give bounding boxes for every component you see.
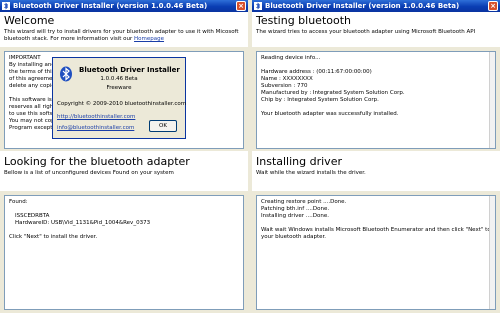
devices-instruction: Click "Next" to install the driver. — [9, 234, 98, 240]
bluetooth-app-icon — [254, 2, 262, 10]
device-info-box[interactable]: Reading device info... Hardware address … — [256, 51, 496, 149]
left-title-bar[interactable]: Bluetooth Driver Installer (version 1.0.… — [0, 0, 248, 12]
welcome-heading: Welcome — [4, 14, 55, 27]
right-title-bar[interactable]: Bluetooth Driver Installer (version 1.0.… — [252, 0, 500, 12]
looking-description: Bellow is a list of unconfigured devices… — [4, 170, 174, 176]
welcome-description-text: bluetooth stack. For more information vi… — [4, 36, 133, 42]
website-link[interactable]: http://bluetoothinstaller.com — [57, 114, 135, 120]
left-close-icon[interactable]: × — [236, 1, 246, 11]
install-log-line: your bluetooth adapter. — [261, 234, 327, 240]
install-success-message: Your bluetooth adapter was successfully … — [261, 111, 399, 117]
device-name: Name : XXXXXXXX — [261, 76, 313, 82]
device-info-scrollbar[interactable] — [489, 52, 495, 148]
about-dialog-license: Freeware — [106, 85, 132, 91]
homepage-link[interactable]: Homepage — [134, 36, 164, 42]
welcome-description-line-2: bluetooth stack. For more information vi… — [4, 36, 244, 43]
looking-heading: Looking for the bluetooth adapter — [4, 155, 190, 168]
testing-heading: Testing bluetooth — [256, 14, 352, 27]
installing-heading: Installing driver — [256, 155, 342, 168]
install-log-line: Wait wait Windows installs Microsoft Blu… — [261, 227, 496, 233]
device-name: ISSCEDRBTA — [15, 213, 50, 219]
right-close-icon[interactable]: × — [488, 1, 498, 11]
devices-line — [9, 206, 239, 213]
welcome-description-line-1: This wizard will try to install drivers … — [4, 29, 239, 35]
devices-found-box[interactable]: Found: ISSCEDRBTA HardwareID: USB\Vid_11… — [4, 195, 244, 310]
device-info-line: Reading device info... — [261, 55, 321, 61]
install-log-scrollbar[interactable] — [489, 196, 495, 309]
device-subversion: Subversion : 770 — [261, 83, 308, 89]
about-dialog-copyright: Copyright © 2009-2010 bluetoothinstaller… — [57, 101, 187, 107]
install-log-line: Installing driver ....Done. — [261, 213, 329, 219]
testing-description: The wizard tries to access your bluetoot… — [256, 29, 476, 35]
welcome-description: This wizard will try to install drivers … — [4, 29, 244, 43]
left-window-title: Bluetooth Driver Installer (version 1.0.… — [13, 2, 208, 10]
devices-line: Found: — [9, 199, 28, 205]
installing-description: Wait while the wizard installs the drive… — [256, 170, 366, 176]
device-chip: Chip by : Integrated System Solution Cor… — [261, 97, 379, 103]
devices-line — [9, 227, 239, 234]
hardware-address: Hardware address : (00:11:67:00:00:00) — [261, 69, 372, 75]
email-link[interactable]: info@bluetoothinstaller.com — [57, 125, 134, 131]
right-window: Bluetooth Driver Installer (version 1.0.… — [252, 0, 500, 313]
left-window: Bluetooth Driver Installer (version 1.0.… — [0, 0, 248, 313]
device-hardware-id: HardwareID: USB\Vid_1131&Pid_1004&Rev_03… — [15, 220, 151, 226]
about-dialog: Bluetooth Driver Installer 1.0.0.46 Beta… — [52, 57, 186, 139]
about-dialog-version: 1.0.0.46 Beta — [100, 76, 138, 82]
bluetooth-app-icon — [2, 2, 10, 10]
device-info-line — [261, 104, 491, 111]
install-log-line: Patching bth.inf ....Done. — [261, 206, 330, 212]
device-manufacturer: Manufactured by : Integrated System Solu… — [261, 90, 405, 96]
about-dialog-title: Bluetooth Driver Installer — [79, 66, 180, 74]
right-window-title: Bluetooth Driver Installer (version 1.0.… — [265, 2, 460, 10]
install-log-line: Creating restore point ....Done. — [261, 199, 347, 205]
device-info-line — [261, 62, 491, 69]
ok-button[interactable]: OK — [149, 120, 177, 132]
install-log-line — [261, 220, 491, 227]
install-log-box[interactable]: Creating restore point ....Done. Patchin… — [256, 195, 496, 310]
